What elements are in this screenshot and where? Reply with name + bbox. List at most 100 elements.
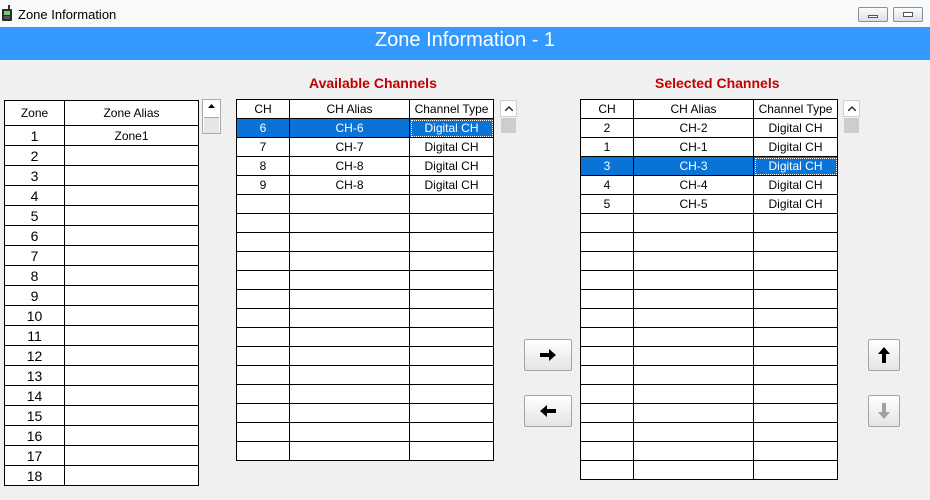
empty-cell[interactable] bbox=[289, 213, 410, 233]
empty-cell[interactable] bbox=[633, 384, 754, 404]
channel-type-cell[interactable]: Digital CH bbox=[753, 194, 838, 214]
table-row[interactable]: 8 CH-8 Digital CH bbox=[236, 156, 494, 176]
table-row[interactable]: 10 bbox=[4, 305, 199, 326]
empty-cell[interactable] bbox=[633, 460, 754, 480]
ch-alias-cell[interactable]: CH-3 bbox=[633, 156, 754, 176]
minimize-button[interactable] bbox=[858, 7, 888, 22]
empty-cell[interactable] bbox=[580, 327, 634, 347]
move-down-button[interactable] bbox=[868, 395, 900, 427]
ch-alias-cell[interactable]: CH-6 bbox=[289, 118, 410, 138]
empty-cell[interactable] bbox=[236, 213, 290, 233]
empty-cell[interactable] bbox=[236, 251, 290, 271]
remove-channel-button[interactable] bbox=[524, 395, 572, 427]
empty-cell[interactable] bbox=[409, 346, 494, 366]
zone-number-cell[interactable]: 6 bbox=[4, 225, 65, 246]
zone-number-cell[interactable]: 16 bbox=[4, 425, 65, 446]
empty-row[interactable] bbox=[236, 289, 494, 309]
empty-cell[interactable] bbox=[236, 346, 290, 366]
channel-type-column-header[interactable]: Channel Type bbox=[409, 99, 494, 119]
table-row[interactable]: 14 bbox=[4, 385, 199, 406]
empty-cell[interactable] bbox=[409, 422, 494, 442]
empty-cell[interactable] bbox=[633, 327, 754, 347]
empty-cell[interactable] bbox=[753, 403, 838, 423]
zone-alias-cell[interactable] bbox=[64, 145, 199, 166]
empty-cell[interactable] bbox=[753, 365, 838, 385]
empty-cell[interactable] bbox=[753, 460, 838, 480]
empty-cell[interactable] bbox=[633, 441, 754, 461]
zone-alias-cell[interactable] bbox=[64, 445, 199, 466]
empty-cell[interactable] bbox=[289, 422, 410, 442]
empty-row[interactable] bbox=[580, 460, 838, 480]
empty-row[interactable] bbox=[580, 384, 838, 404]
ch-alias-cell[interactable]: CH-4 bbox=[633, 175, 754, 195]
zone-alias-column-header[interactable]: Zone Alias bbox=[64, 100, 199, 126]
ch-column-header[interactable]: CH bbox=[580, 99, 634, 119]
empty-cell[interactable] bbox=[633, 270, 754, 290]
zone-number-cell[interactable]: 8 bbox=[4, 265, 65, 286]
table-row[interactable]: 2 bbox=[4, 145, 199, 166]
zone-alias-cell[interactable] bbox=[64, 465, 199, 486]
empty-cell[interactable] bbox=[409, 308, 494, 328]
zone-alias-cell[interactable] bbox=[64, 285, 199, 306]
scroll-up-button[interactable] bbox=[843, 100, 860, 117]
ch-column-header[interactable]: CH bbox=[236, 99, 290, 119]
empty-cell[interactable] bbox=[753, 327, 838, 347]
zone-number-cell[interactable]: 18 bbox=[4, 465, 65, 486]
empty-cell[interactable] bbox=[236, 289, 290, 309]
empty-cell[interactable] bbox=[633, 422, 754, 442]
empty-row[interactable] bbox=[580, 327, 838, 347]
empty-cell[interactable] bbox=[409, 251, 494, 271]
empty-cell[interactable] bbox=[289, 384, 410, 404]
zone-number-cell[interactable]: 10 bbox=[4, 305, 65, 326]
available-scrollbar[interactable] bbox=[500, 100, 517, 500]
table-row[interactable]: 4 bbox=[4, 185, 199, 206]
empty-cell[interactable] bbox=[753, 289, 838, 309]
empty-cell[interactable] bbox=[289, 232, 410, 252]
table-row[interactable]: 11 bbox=[4, 325, 199, 346]
zone-column-header[interactable]: Zone bbox=[4, 100, 65, 126]
table-row[interactable]: 18 bbox=[4, 465, 199, 486]
zone-alias-cell[interactable] bbox=[64, 205, 199, 226]
empty-row[interactable] bbox=[236, 270, 494, 290]
empty-row[interactable] bbox=[580, 213, 838, 233]
zone-number-cell[interactable]: 2 bbox=[4, 145, 65, 166]
empty-cell[interactable] bbox=[580, 308, 634, 328]
empty-cell[interactable] bbox=[289, 270, 410, 290]
table-row[interactable]: 7 CH-7 Digital CH bbox=[236, 137, 494, 157]
empty-cell[interactable] bbox=[236, 441, 290, 461]
empty-cell[interactable] bbox=[236, 327, 290, 347]
empty-cell[interactable] bbox=[289, 346, 410, 366]
empty-cell[interactable] bbox=[580, 460, 634, 480]
table-row[interactable]: 1 CH-1 Digital CH bbox=[580, 137, 838, 157]
empty-cell[interactable] bbox=[753, 384, 838, 404]
zone-alias-cell[interactable] bbox=[64, 405, 199, 426]
empty-cell[interactable] bbox=[633, 346, 754, 366]
empty-cell[interactable] bbox=[409, 327, 494, 347]
ch-cell[interactable]: 7 bbox=[236, 137, 290, 157]
channel-type-cell[interactable]: Digital CH bbox=[753, 175, 838, 195]
zone-number-cell[interactable]: 11 bbox=[4, 325, 65, 346]
ch-alias-cell[interactable]: CH-8 bbox=[289, 156, 410, 176]
empty-cell[interactable] bbox=[236, 422, 290, 442]
empty-cell[interactable] bbox=[633, 365, 754, 385]
empty-cell[interactable] bbox=[580, 270, 634, 290]
zone-number-cell[interactable]: 14 bbox=[4, 385, 65, 406]
empty-row[interactable] bbox=[580, 403, 838, 423]
zone-alias-cell[interactable] bbox=[64, 425, 199, 446]
zone-alias-cell[interactable] bbox=[64, 165, 199, 186]
empty-cell[interactable] bbox=[236, 270, 290, 290]
empty-cell[interactable] bbox=[409, 194, 494, 214]
empty-cell[interactable] bbox=[409, 232, 494, 252]
empty-cell[interactable] bbox=[580, 384, 634, 404]
empty-cell[interactable] bbox=[580, 232, 634, 252]
empty-row[interactable] bbox=[236, 346, 494, 366]
empty-row[interactable] bbox=[236, 251, 494, 271]
table-row[interactable]: 9 CH-8 Digital CH bbox=[236, 175, 494, 195]
empty-cell[interactable] bbox=[580, 213, 634, 233]
empty-row[interactable] bbox=[236, 422, 494, 442]
move-up-button[interactable] bbox=[868, 339, 900, 371]
empty-cell[interactable] bbox=[753, 441, 838, 461]
empty-cell[interactable] bbox=[289, 403, 410, 423]
zone-number-cell[interactable]: 7 bbox=[4, 245, 65, 266]
empty-cell[interactable] bbox=[289, 441, 410, 461]
